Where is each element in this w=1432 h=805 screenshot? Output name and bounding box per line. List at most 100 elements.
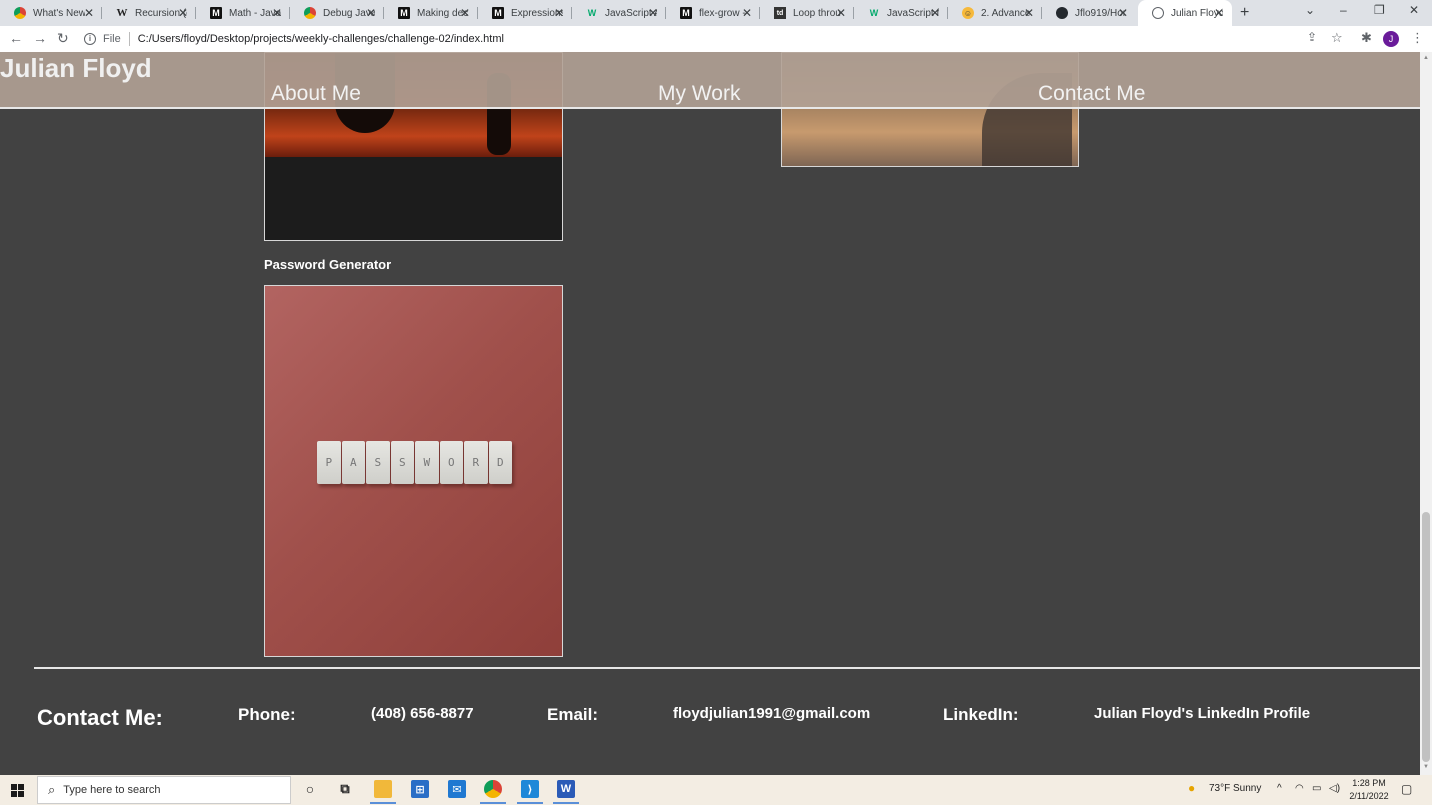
browser-tab[interactable]: M Math - Java ✕ <box>196 0 290 26</box>
letter-tile: A <box>341 441 365 484</box>
project-title-password-generator[interactable]: Password Generator <box>264 257 391 272</box>
mail-icon[interactable]: ✉ <box>448 780 466 798</box>
search-icon: ⌕ <box>48 782 56 797</box>
w3schools-icon: W <box>869 8 879 18</box>
close-icon[interactable]: ✕ <box>648 6 658 20</box>
mdn-icon: M <box>492 7 504 19</box>
chrome-icon <box>304 7 316 19</box>
close-icon[interactable]: ✕ <box>460 6 470 20</box>
globe-icon <box>1152 7 1164 19</box>
protocol-label: File <box>103 33 121 45</box>
close-icon[interactable]: ✕ <box>366 6 376 20</box>
letter-tile: S <box>390 441 414 484</box>
browser-tab[interactable]: W JavaScript A ✕ <box>572 0 666 26</box>
close-icon[interactable]: ✕ <box>272 6 282 20</box>
share-icon[interactable]: ⇪ <box>1307 30 1317 44</box>
close-icon[interactable]: ✕ <box>930 6 940 20</box>
store-icon[interactable]: ⊞ <box>411 780 429 798</box>
close-icon[interactable]: ✕ <box>742 6 752 20</box>
notification-icon[interactable]: ▢ <box>1401 782 1412 796</box>
browser-tab-strip: What's New ✕ W Recursion (c ✕ M Math - J… <box>0 0 1432 26</box>
email-link[interactable]: floydjulian1991@gmail.com <box>673 705 870 722</box>
forward-icon[interactable]: → <box>33 30 47 46</box>
browser-tab[interactable]: What's New ✕ <box>0 0 102 26</box>
reload-icon[interactable]: ↻ <box>57 30 69 47</box>
browser-tab[interactable]: Jflo919/Hor ✕ <box>1042 0 1136 26</box>
emoji-icon: ☺ <box>962 7 974 19</box>
close-icon[interactable]: ✕ <box>1118 6 1128 20</box>
password-tiles: P A S S W O R D <box>317 441 512 484</box>
chrome-taskbar-icon[interactable] <box>484 780 502 798</box>
weather-text[interactable]: 73°F Sunny <box>1209 783 1261 794</box>
weather-icon: ● <box>1188 781 1196 795</box>
taskbar-search-input[interactable]: ⌕ Type here to search <box>37 776 291 804</box>
info-icon[interactable]: i <box>84 33 96 45</box>
close-icon[interactable]: ✕ <box>554 6 564 20</box>
cortana-icon[interactable]: ○ <box>301 780 319 798</box>
profile-avatar[interactable]: J <box>1383 31 1399 47</box>
page-scrollbar[interactable]: ▲ ▼ <box>1420 52 1432 775</box>
footer-heading: Contact Me: <box>37 705 163 730</box>
battery-icon[interactable]: ▭ <box>1312 783 1321 794</box>
browser-tab[interactable]: td Loop throu ✕ <box>760 0 854 26</box>
mdn-icon: M <box>398 7 410 19</box>
scrollbar-thumb[interactable] <box>1422 512 1430 762</box>
scroll-down-icon[interactable]: ▼ <box>1423 764 1429 770</box>
taskbar-clock[interactable]: 1:28 PM 2/11/2022 <box>1346 777 1392 803</box>
task-view-icon[interactable]: ⧉ <box>336 780 354 798</box>
word-icon[interactable]: W <box>557 780 575 798</box>
nav-about-me[interactable]: About Me <box>271 82 361 106</box>
github-icon <box>1056 7 1068 19</box>
browser-tab[interactable]: ☺ 2. Advance ✕ <box>948 0 1042 26</box>
browser-tab[interactable]: M Making dec ✕ <box>384 0 478 26</box>
volume-icon[interactable]: ◁) <box>1329 783 1340 794</box>
linkedin-label: LinkedIn: <box>943 705 1019 724</box>
minimize-icon[interactable]: – <box>1340 3 1347 17</box>
browser-tab[interactable]: M Expressions ✕ <box>478 0 572 26</box>
browser-tab[interactable]: Debug Java ✕ <box>290 0 384 26</box>
url-text[interactable]: C:/Users/floyd/Desktop/projects/weekly-c… <box>138 33 504 45</box>
wikipedia-icon: W <box>116 7 128 19</box>
phone-label: Phone: <box>238 705 296 724</box>
scroll-up-icon[interactable]: ▲ <box>1423 55 1429 61</box>
close-icon[interactable]: ✕ <box>836 6 846 20</box>
menu-icon[interactable]: ⋮ <box>1411 30 1424 46</box>
linkedin-link[interactable]: Julian Floyd's LinkedIn Profile <box>1094 705 1310 722</box>
new-tab-icon[interactable]: + <box>1240 4 1249 22</box>
close-icon[interactable]: ✕ <box>1024 6 1034 20</box>
tray-chevron-icon[interactable]: ^ <box>1277 783 1282 794</box>
close-icon[interactable]: ✕ <box>84 6 94 20</box>
browser-tab[interactable]: M flex-grow - ✕ <box>666 0 760 26</box>
browser-toolbar: ← → ↻ i File C:/Users/floyd/Desktop/proj… <box>0 26 1432 52</box>
letter-tile: O <box>439 441 463 484</box>
browser-tab[interactable]: W JavaScript fi ✕ <box>854 0 948 26</box>
letter-tile: D <box>488 441 512 484</box>
wifi-icon[interactable]: ◠ <box>1295 783 1304 794</box>
file-explorer-icon[interactable] <box>374 780 392 798</box>
nav-my-work[interactable]: My Work <box>658 82 740 106</box>
close-icon[interactable]: ✕ <box>178 6 188 20</box>
address-bar[interactable]: i File C:/Users/floyd/Desktop/projects/w… <box>84 30 504 48</box>
mdn-icon: M <box>210 7 222 19</box>
vscode-icon[interactable]: ⟩ <box>521 780 539 798</box>
w3schools-icon: W <box>587 8 597 18</box>
project-image-password[interactable]: P A S S W O R D <box>264 285 563 657</box>
letter-tile: S <box>366 441 390 484</box>
restore-icon[interactable]: ❐ <box>1374 3 1385 17</box>
email-label: Email: <box>547 705 599 724</box>
window-close-icon[interactable]: ✕ <box>1409 3 1419 17</box>
browser-tab[interactable]: W Recursion (c ✕ <box>102 0 196 26</box>
letter-tile: R <box>464 441 488 484</box>
windows-start-icon[interactable] <box>11 784 24 797</box>
letter-tile: W <box>415 441 439 484</box>
clock-date: 2/11/2022 <box>1349 791 1389 801</box>
bookmark-star-icon[interactable]: ☆ <box>1331 30 1343 46</box>
back-icon[interactable]: ← <box>9 30 23 46</box>
tab-search-icon[interactable]: ⌄ <box>1305 3 1315 17</box>
close-icon[interactable]: ✕ <box>1214 6 1224 20</box>
extensions-icon[interactable]: ✱ <box>1361 30 1372 46</box>
nav-contact-me[interactable]: Contact Me <box>1038 82 1145 106</box>
mdn-icon: M <box>680 7 692 19</box>
chrome-icon <box>14 7 26 19</box>
browser-tab-active[interactable]: Julian Floyd ✕ <box>1138 0 1232 26</box>
